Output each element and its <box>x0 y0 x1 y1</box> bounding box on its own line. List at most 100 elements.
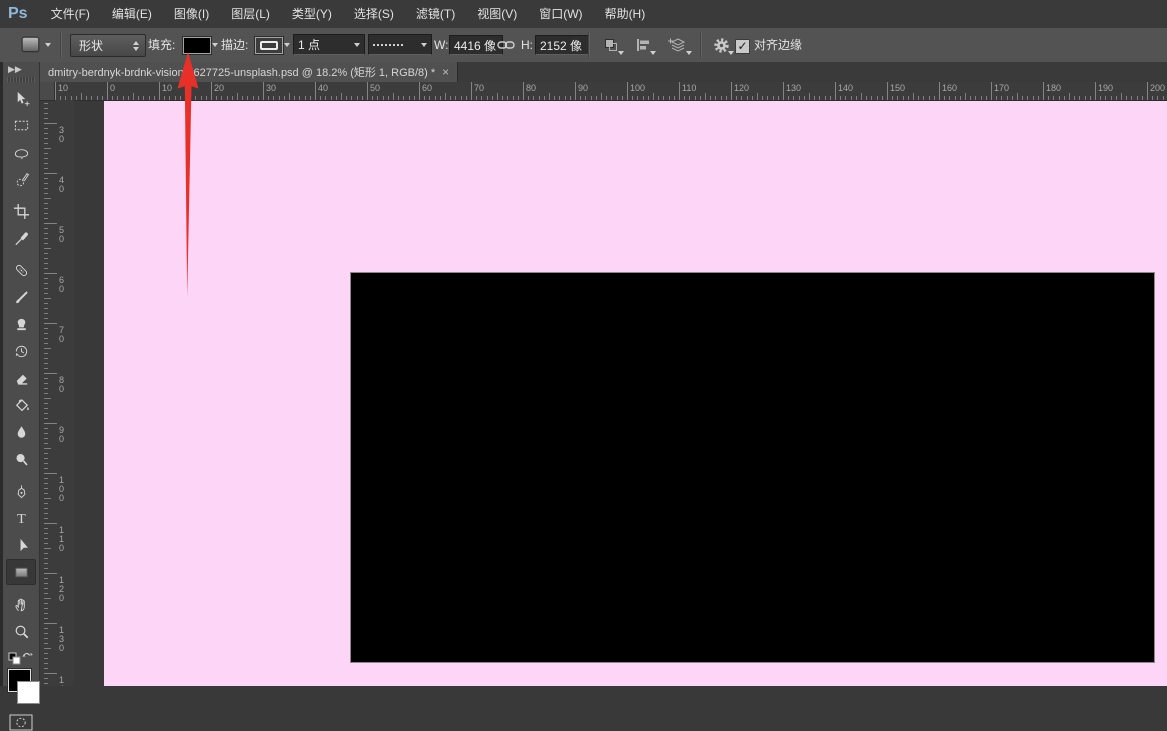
ruler-tick <box>492 96 493 100</box>
menu-item-图层[interactable]: 图层(L) <box>220 1 281 28</box>
ruler-tick <box>44 378 48 379</box>
document-canvas[interactable] <box>104 100 1167 686</box>
path-arrangement-button[interactable] <box>662 34 692 56</box>
menu-item-窗口[interactable]: 窗口(W) <box>528 1 593 28</box>
fill-color-swatch[interactable] <box>183 37 211 54</box>
tool-dodge[interactable] <box>6 446 36 472</box>
ruler-label: 190 <box>1098 83 1113 93</box>
ruler-tick <box>341 93 342 100</box>
ruler-tick <box>289 93 290 100</box>
tool-rectangle[interactable] <box>6 559 36 585</box>
tool-path-selection[interactable] <box>6 532 36 558</box>
ruler-tick <box>450 96 451 100</box>
tool-mode-select[interactable]: 形状 <box>70 34 146 57</box>
ruler-tick <box>871 96 872 100</box>
vertical-ruler: 3 04 05 06 07 08 09 01 0 01 1 01 2 01 3 … <box>40 100 74 686</box>
menu-item-滤镜[interactable]: 滤镜(T) <box>405 1 466 28</box>
ruler-tick <box>934 96 935 100</box>
tool-crop[interactable] <box>6 198 36 224</box>
ruler-tick <box>1017 93 1018 100</box>
ruler-tick <box>429 96 430 100</box>
background-color-swatch[interactable] <box>17 681 40 704</box>
ruler-tick <box>731 82 732 100</box>
ruler-tick <box>565 96 566 100</box>
ruler-tick <box>44 368 48 369</box>
close-tab-icon[interactable]: × <box>442 66 449 78</box>
ruler-tick <box>575 82 576 100</box>
ruler-tick <box>44 573 57 574</box>
ruler-tick <box>44 203 48 204</box>
tool-rectangular-marquee[interactable] <box>6 112 36 138</box>
tool-quick-selection[interactable] <box>6 166 36 192</box>
tool-brush[interactable] <box>6 284 36 310</box>
stroke-color-swatch[interactable] <box>255 37 283 54</box>
menu-item-选择[interactable]: 选择(S) <box>343 1 405 28</box>
path-alignment-button[interactable] <box>630 34 656 56</box>
shape-width-input[interactable]: 4416 像 <box>449 35 503 55</box>
menu-item-类型[interactable]: 类型(Y) <box>281 1 343 28</box>
ruler-tick <box>476 96 477 100</box>
ruler-tick <box>461 96 462 100</box>
collapse-panel-button[interactable]: ▶▶ <box>3 62 39 76</box>
tool-clone-stamp[interactable] <box>6 311 36 337</box>
shape-height-input[interactable]: 2152 像 <box>535 35 589 55</box>
ruler-tick <box>1069 93 1070 100</box>
rectangle-shape[interactable] <box>350 272 1155 663</box>
ruler-tick <box>44 233 48 234</box>
ruler-tick <box>617 96 618 100</box>
tool-zoom[interactable] <box>6 618 36 644</box>
fill-label: 填充: <box>148 38 175 52</box>
path-operations-button[interactable] <box>598 34 624 56</box>
document-tab-bar: dmitry-berdnyk-brdnk-vision-1627725-unsp… <box>40 62 1167 82</box>
tool-type[interactable]: T <box>6 505 36 531</box>
tool-move[interactable] <box>6 85 36 111</box>
ruler-tick <box>102 96 103 100</box>
geometry-options-button[interactable] <box>708 34 734 56</box>
ruler-tick <box>929 96 930 100</box>
panel-grip[interactable] <box>7 77 35 82</box>
ruler-label: 90 <box>578 83 588 93</box>
ruler-tick <box>91 96 92 100</box>
align-edges-checkbox[interactable]: ✓ <box>735 39 750 54</box>
ruler-tick <box>44 628 48 629</box>
menu-item-帮助[interactable]: 帮助(H) <box>594 1 657 28</box>
ruler-tick <box>195 96 196 100</box>
ruler-tick <box>44 678 48 679</box>
stroke-width-select[interactable]: 1 点 <box>293 34 365 55</box>
menu-item-视图[interactable]: 视图(V) <box>466 1 528 28</box>
ruler-tick <box>908 96 909 100</box>
link-dimensions-icon[interactable] <box>497 39 515 54</box>
path-operations-icon <box>603 37 619 53</box>
ruler-tick <box>403 96 404 100</box>
tool-paint-bucket[interactable] <box>6 392 36 418</box>
menu-item-图像[interactable]: 图像(I) <box>163 1 220 28</box>
tool-history-brush[interactable] <box>6 338 36 364</box>
fill-dropdown-icon[interactable] <box>212 43 218 47</box>
tool-pen[interactable] <box>6 478 36 504</box>
tool-spot-healing-brush[interactable] <box>6 257 36 283</box>
tool-eyedropper[interactable] <box>6 225 36 251</box>
ruler-tick <box>497 93 498 100</box>
ruler-tick <box>669 96 670 100</box>
ruler-tick <box>201 96 202 100</box>
tool-preset-button[interactable] <box>21 33 51 56</box>
ruler-tick <box>414 96 415 100</box>
document-tab[interactable]: dmitry-berdnyk-brdnk-vision-1627725-unsp… <box>40 62 458 82</box>
ruler-tick <box>996 96 997 100</box>
menu-item-文件[interactable]: 文件(F) <box>40 1 101 28</box>
ruler-tick <box>44 213 48 214</box>
tool-eraser[interactable] <box>6 365 36 391</box>
tool-blur[interactable] <box>6 419 36 445</box>
tool-hand[interactable] <box>6 591 36 617</box>
stroke-dropdown-icon[interactable] <box>284 43 290 47</box>
chevron-down-icon <box>728 51 734 55</box>
quick-mask-button[interactable] <box>3 714 39 731</box>
menu-item-编辑[interactable]: 编辑(E) <box>101 1 163 28</box>
tool-lasso[interactable] <box>6 139 36 165</box>
default-swap-colors[interactable] <box>3 647 39 665</box>
ruler-tick <box>778 96 779 100</box>
ruler-tick <box>44 338 48 339</box>
ruler-tick <box>44 428 48 429</box>
stroke-type-select[interactable] <box>368 34 432 55</box>
ruler-tick <box>955 96 956 100</box>
